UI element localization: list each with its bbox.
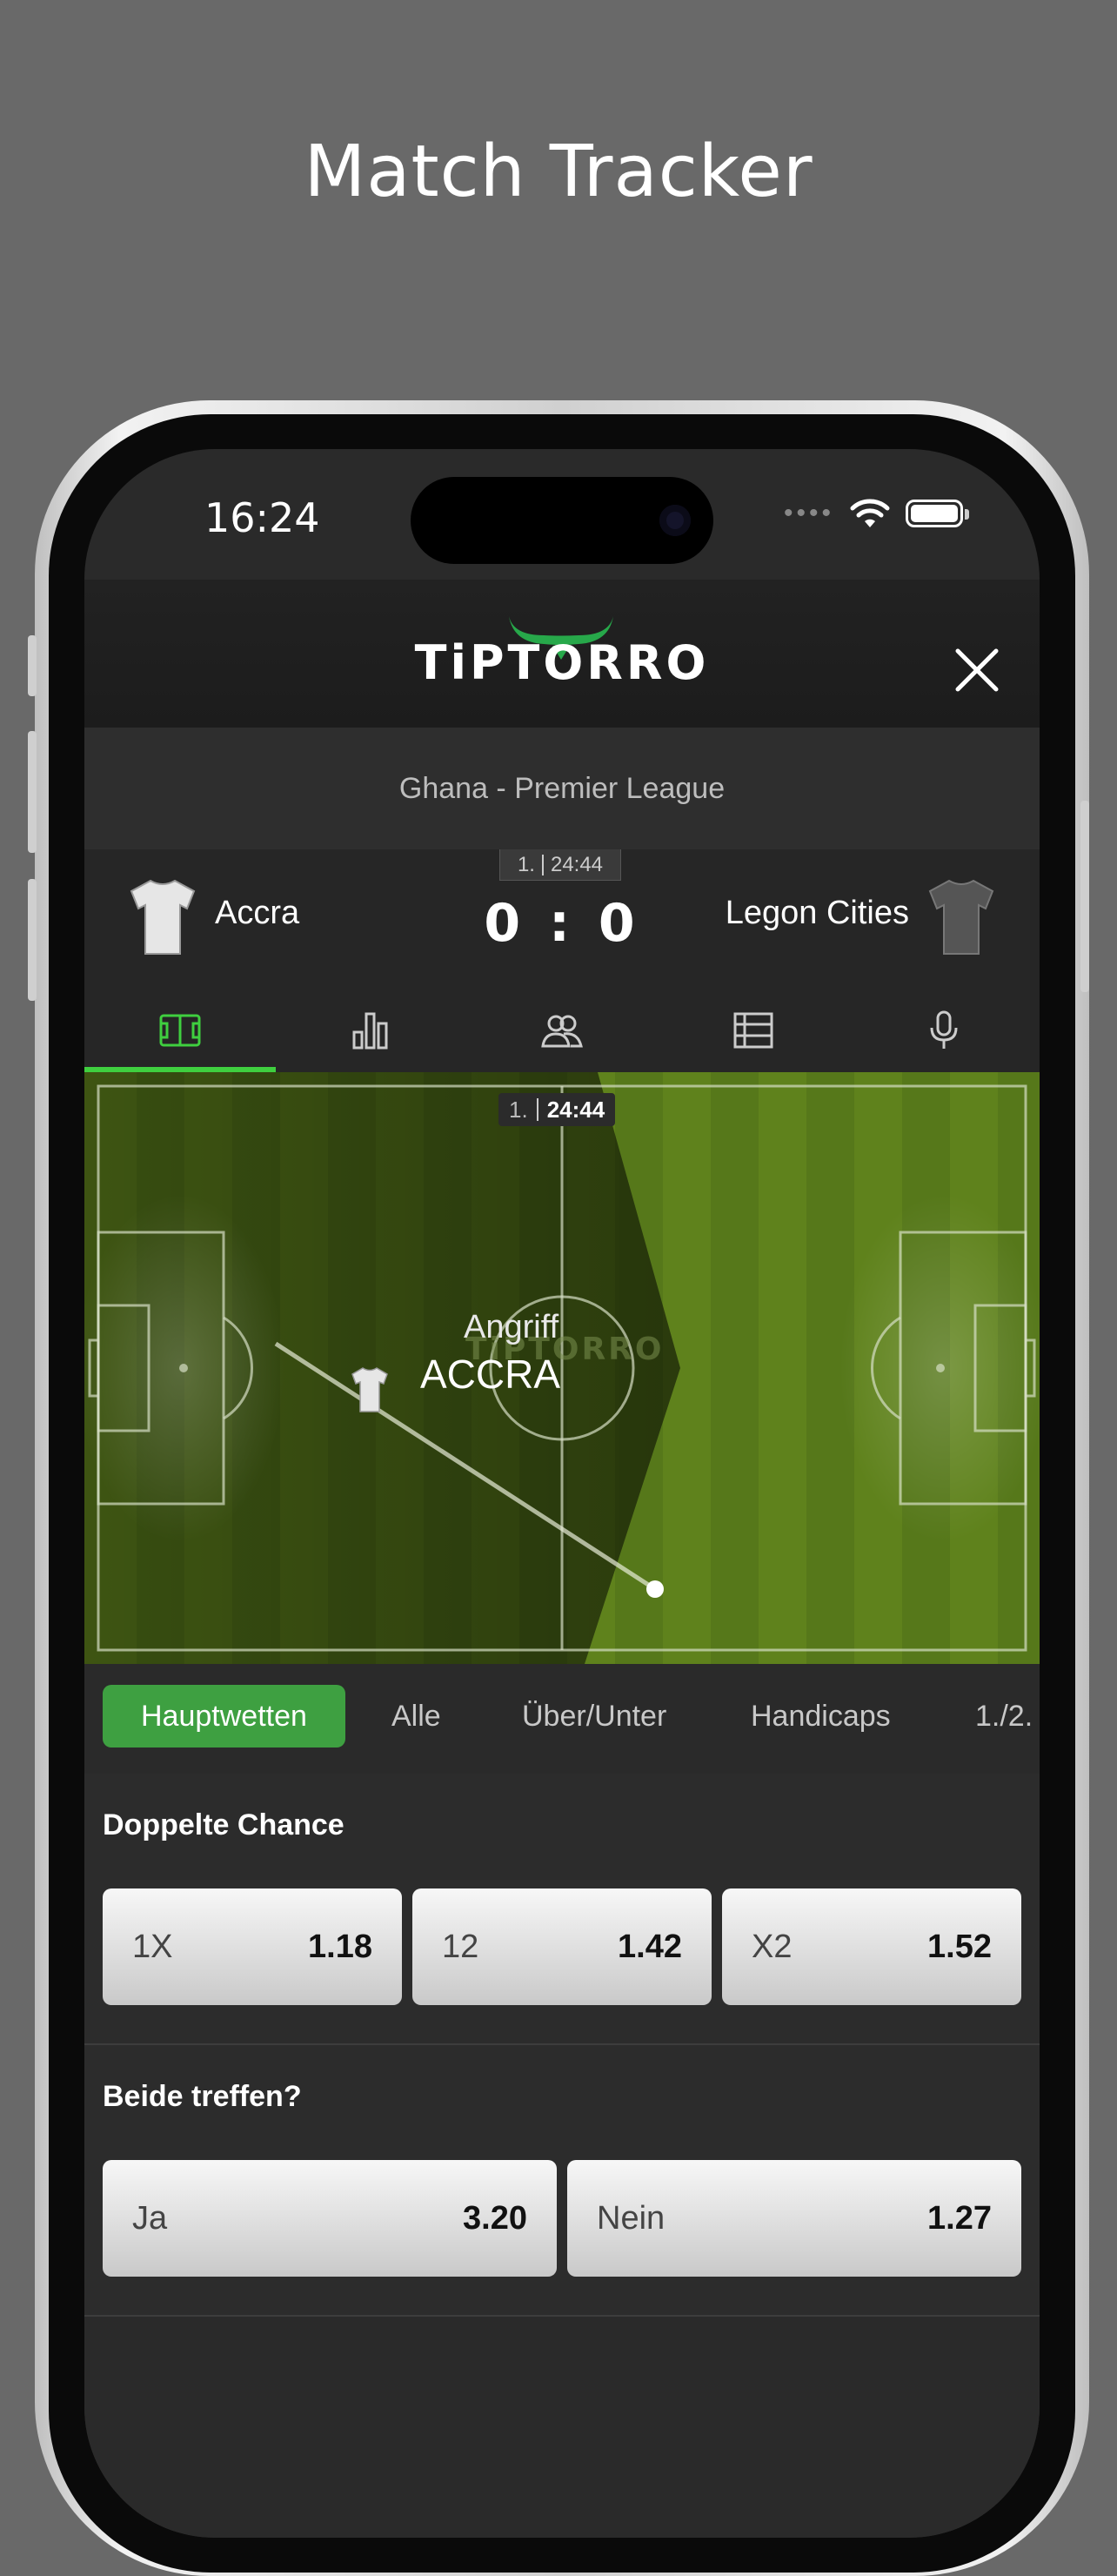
wifi-icon xyxy=(850,499,890,527)
tracker-time: 24:44 xyxy=(546,1096,605,1123)
odd-value: 1.42 xyxy=(618,1928,682,1965)
odd-button-12[interactable]: 12 1.42 xyxy=(412,1888,712,2005)
tab-pitch[interactable] xyxy=(84,989,276,1072)
market-tab-halves[interactable]: 1./2. xyxy=(975,1685,1033,1748)
status-time: 16:24 xyxy=(204,494,320,541)
table-icon xyxy=(733,1012,773,1049)
signal-dots-icon: •••• xyxy=(783,499,834,527)
tab-commentary[interactable] xyxy=(848,989,1040,1072)
match-time: 24:44 xyxy=(550,852,604,876)
app-header: TiPTORRO xyxy=(84,580,1040,728)
ball-position-marker xyxy=(646,1580,664,1598)
phone-power-button xyxy=(1080,801,1089,992)
away-jersey-icon xyxy=(928,879,994,955)
tab-lineups[interactable] xyxy=(466,989,658,1072)
event-team: ACCRA xyxy=(420,1352,561,1397)
match-tracker-pitch: 1. 24:44 TiPTORRO Angriff ACCRA xyxy=(84,1072,1040,1664)
odd-value: 1.18 xyxy=(308,1928,372,1965)
market-tab-handicaps[interactable]: Handicaps xyxy=(751,1685,891,1748)
app-logo[interactable]: TiPTORRO xyxy=(84,635,1040,690)
tracker-period: 1. xyxy=(509,1096,528,1123)
bar-chart-icon xyxy=(352,1012,388,1050)
market-tab-main[interactable]: Hauptwetten xyxy=(103,1685,345,1748)
odd-value: 1.52 xyxy=(927,1928,992,1965)
odd-button-yes[interactable]: Ja 3.20 xyxy=(103,2160,557,2277)
tab-table[interactable] xyxy=(658,989,849,1072)
market-title: Doppelte Chance xyxy=(103,1808,344,1841)
battery-icon xyxy=(906,500,969,527)
microphone-icon xyxy=(930,1010,958,1049)
phone-volume-up xyxy=(28,731,37,853)
market-tab-all[interactable]: Alle xyxy=(391,1685,441,1748)
lineup-icon xyxy=(541,1015,583,1048)
phone-screen: 16:24 •••• TiPTORRO Ghana - Premier Leag… xyxy=(84,449,1040,2538)
odd-label: 1X xyxy=(132,1928,173,1965)
odd-label: Nein xyxy=(597,2199,666,2237)
market-list-continuation xyxy=(84,2317,1040,2538)
event-label: Angriff xyxy=(464,1309,559,1345)
market-tabs: Hauptwetten Alle Über/Unter Handicaps 1.… xyxy=(84,1664,1040,1774)
tab-statistics[interactable] xyxy=(276,989,467,1072)
phone-mute-switch xyxy=(28,635,37,696)
odd-label: X2 xyxy=(752,1928,793,1965)
front-camera xyxy=(659,505,691,536)
odd-label: 12 xyxy=(442,1928,479,1965)
odd-button-x2[interactable]: X2 1.52 xyxy=(722,1888,1021,2005)
market-tab-over-under[interactable]: Über/Unter xyxy=(522,1685,666,1748)
match-clock: 1. 24:44 xyxy=(499,849,621,881)
league-name: Ghana - Premier League xyxy=(84,728,1040,849)
odd-button-no[interactable]: Nein 1.27 xyxy=(567,2160,1021,2277)
odd-button-1x[interactable]: 1X 1.18 xyxy=(103,1888,402,2005)
tracker-clock: 1. 24:44 xyxy=(498,1093,616,1126)
match-period: 1. xyxy=(517,852,535,876)
close-icon[interactable] xyxy=(949,642,1005,698)
promo-title: Match Tracker xyxy=(304,131,813,213)
tracker-tabbar xyxy=(84,989,1040,1072)
odd-label: Ja xyxy=(132,2199,168,2237)
odd-value: 1.27 xyxy=(927,2199,992,2237)
phone-volume-down xyxy=(28,879,37,1001)
market-title: Beide treffen? xyxy=(103,2080,302,2113)
dynamic-island xyxy=(411,477,713,564)
market-double-chance: Doppelte Chance 1X 1.18 12 1.42 X2 1.52 xyxy=(84,1774,1040,2043)
market-both-teams-score: Beide treffen? Ja 3.20 Nein 1.27 xyxy=(84,2045,1040,2315)
odd-value: 3.20 xyxy=(463,2199,527,2237)
pitch-graphic xyxy=(84,1072,1040,1664)
score-bar: 1. 24:44 Accra 0 : 0 Legon Cities xyxy=(84,849,1040,989)
away-team-name: Legon Cities xyxy=(725,895,909,931)
status-icons: •••• xyxy=(783,498,969,529)
pitch-icon xyxy=(159,1014,201,1047)
